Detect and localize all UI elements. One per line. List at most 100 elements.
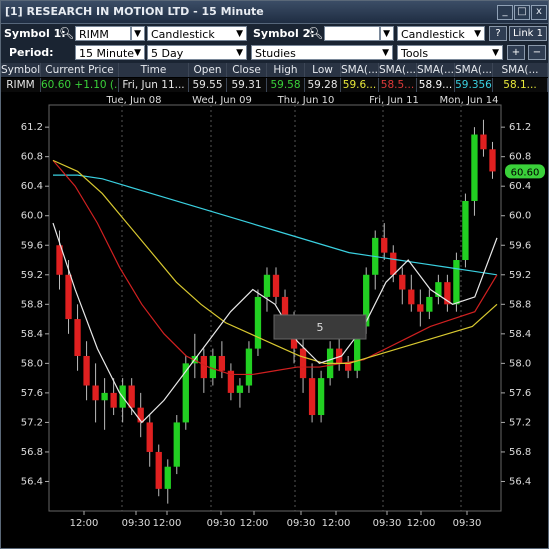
quote-value-cell: 59.356 bbox=[455, 78, 493, 92]
chevron-down-icon: ▼ bbox=[474, 29, 481, 39]
quote-header-cell[interactable]: SMA(... bbox=[341, 63, 379, 77]
candle-body bbox=[408, 289, 415, 305]
zoom-out-button[interactable]: − bbox=[528, 45, 546, 60]
quote-header-cell[interactable]: Current Price bbox=[41, 63, 119, 77]
range-select[interactable]: 5 Day ▼ bbox=[147, 45, 247, 60]
chevron-down-icon: ▼ bbox=[236, 29, 243, 39]
quote-header-cell[interactable]: SMA(... bbox=[493, 63, 548, 77]
quote-header-cell[interactable]: High bbox=[267, 63, 305, 77]
candle-body bbox=[489, 149, 496, 172]
y-tick-label-left: 60.0 bbox=[21, 211, 43, 222]
title-bar[interactable]: [1] RESEARCH IN MOTION LTD - 15 Minute _… bbox=[1, 1, 548, 24]
chart-type-select[interactable]: Candlestick ▼ bbox=[147, 26, 247, 41]
price-tag-label: 60.60 bbox=[511, 167, 540, 178]
link-button[interactable]: Link 1 bbox=[509, 26, 547, 41]
quote-header-cell[interactable]: Low bbox=[305, 63, 341, 77]
candle-body bbox=[299, 348, 307, 379]
y-tick-label-left: 58.8 bbox=[21, 299, 43, 310]
x-tick-label: 09:30 bbox=[453, 518, 482, 529]
chevron-down-icon: ▼ bbox=[492, 48, 499, 58]
chevron-down-icon: ▼ bbox=[134, 48, 141, 58]
y-tick-label-right: 59.6 bbox=[509, 240, 531, 251]
candle-body bbox=[381, 237, 388, 253]
quote-header-cell[interactable]: SMA(... bbox=[455, 63, 493, 77]
y-tick-label-right: 56.4 bbox=[509, 476, 531, 487]
y-tick-label-right: 59.2 bbox=[509, 270, 531, 281]
candle-body bbox=[209, 355, 217, 379]
quote-header-cell[interactable]: Symbol bbox=[1, 63, 41, 77]
y-tick-label-right: 60.8 bbox=[509, 152, 531, 163]
symbol2-dropdown[interactable]: ▼ bbox=[380, 26, 394, 41]
quote-value-cell: 60.60 +1.10 (... bbox=[41, 78, 119, 92]
y-tick-label-right: 58.0 bbox=[509, 358, 531, 369]
candle-body bbox=[218, 355, 226, 371]
quote-header-cell[interactable]: Open bbox=[189, 63, 227, 77]
date-label: Fri, Jun 11 bbox=[369, 95, 419, 106]
quote-table: Symbol Current Price Time Open Close High Low S… bbox=[1, 63, 548, 93]
studies-select[interactable]: Studies ▼ bbox=[251, 45, 393, 60]
x-tick-label: 09:30 bbox=[373, 518, 402, 529]
quote-header-cell[interactable]: SMA(... bbox=[417, 63, 455, 77]
search-icon[interactable]: 🔍︎ bbox=[59, 26, 74, 40]
chevron-down-icon: ▼ bbox=[383, 29, 390, 39]
candle-body bbox=[345, 363, 352, 371]
quote-header-cell[interactable]: Time bbox=[119, 63, 189, 77]
candle-body bbox=[272, 274, 280, 297]
zoom-in-button[interactable]: + bbox=[507, 45, 525, 60]
candle-body bbox=[65, 274, 72, 320]
chart-type2-select[interactable]: Candlestick ▼ bbox=[397, 26, 485, 41]
quote-value-cell: 59.31 bbox=[227, 78, 267, 92]
y-tick-label-left: 58.0 bbox=[21, 358, 43, 369]
x-tick-label: 12:00 bbox=[322, 518, 351, 529]
candle-body bbox=[200, 355, 207, 379]
interval-value: 15 Minute bbox=[79, 47, 135, 60]
period-label: Period: bbox=[9, 46, 54, 59]
chevron-down-icon: ▼ bbox=[236, 48, 243, 58]
y-tick-label-right: 58.8 bbox=[509, 299, 531, 310]
symbol1-input[interactable]: RIMM bbox=[75, 26, 131, 41]
candle-body bbox=[426, 296, 433, 312]
symbol1-dropdown[interactable]: ▼ bbox=[131, 26, 145, 41]
y-tick-label-left: 61.2 bbox=[21, 122, 43, 133]
candle-body bbox=[128, 385, 135, 408]
y-tick-label-left: 57.2 bbox=[21, 417, 43, 428]
close-button[interactable]: x bbox=[531, 5, 547, 20]
period-toolbar: Period: 15 Minute ▼ 5 Day ▼ Studies ▼ Tools… bbox=[1, 43, 548, 63]
quote-value-cell: 59.55 bbox=[189, 78, 227, 92]
quote-value-row[interactable]: RIMM 60.60 +1.10 (... Fri, Jun 11... 59.55 5… bbox=[1, 78, 548, 92]
candle-body bbox=[155, 451, 162, 489]
date-label: Thu, Jun 10 bbox=[277, 95, 335, 106]
quote-value-cell: RIMM bbox=[1, 78, 41, 92]
candle-body bbox=[101, 392, 108, 401]
help-button[interactable]: ? bbox=[489, 26, 507, 41]
tools-select[interactable]: Tools ▼ bbox=[397, 45, 503, 60]
x-tick-label: 12:00 bbox=[240, 518, 269, 529]
interval-select[interactable]: 15 Minute ▼ bbox=[75, 45, 145, 60]
quote-header-cell[interactable]: SMA(... bbox=[379, 63, 417, 77]
y-tick-label-left: 59.2 bbox=[21, 270, 43, 281]
y-tick-label-right: 60.4 bbox=[509, 181, 531, 192]
x-tick-label: 09:30 bbox=[207, 518, 236, 529]
quote-header-cell[interactable]: Close bbox=[227, 63, 267, 77]
x-tick-label: 09:30 bbox=[287, 518, 316, 529]
candle-body bbox=[236, 385, 244, 393]
maximize-button[interactable]: □ bbox=[514, 5, 530, 20]
symbol2-input[interactable] bbox=[324, 26, 380, 41]
candle-body bbox=[462, 200, 469, 261]
y-tick-label-left: 58.4 bbox=[21, 329, 43, 340]
y-tick-label-right: 61.2 bbox=[509, 122, 531, 133]
minimize-button[interactable]: _ bbox=[497, 5, 513, 20]
y-tick-label-left: 59.6 bbox=[21, 240, 43, 251]
date-label: Mon, Jun 14 bbox=[440, 95, 499, 106]
chevron-down-icon: ▼ bbox=[382, 48, 389, 58]
search-icon[interactable]: 🔍︎ bbox=[308, 26, 323, 40]
x-tick-label: 09:30 bbox=[122, 518, 151, 529]
y-tick-label-right: 60.0 bbox=[509, 211, 531, 222]
y-tick-label-right: 57.6 bbox=[509, 388, 531, 399]
quote-value-cell: 59.28 bbox=[305, 78, 341, 92]
candle-body bbox=[453, 260, 460, 305]
y-tick-label-left: 56.4 bbox=[21, 476, 43, 487]
studies-value: Studies bbox=[255, 47, 296, 60]
price-chart[interactable]: Tue, Jun 08 Wed, Jun 09 Thu, Jun 10 Fri, Ju… bbox=[1, 93, 548, 548]
y-tick-label-left: 60.4 bbox=[21, 181, 43, 192]
